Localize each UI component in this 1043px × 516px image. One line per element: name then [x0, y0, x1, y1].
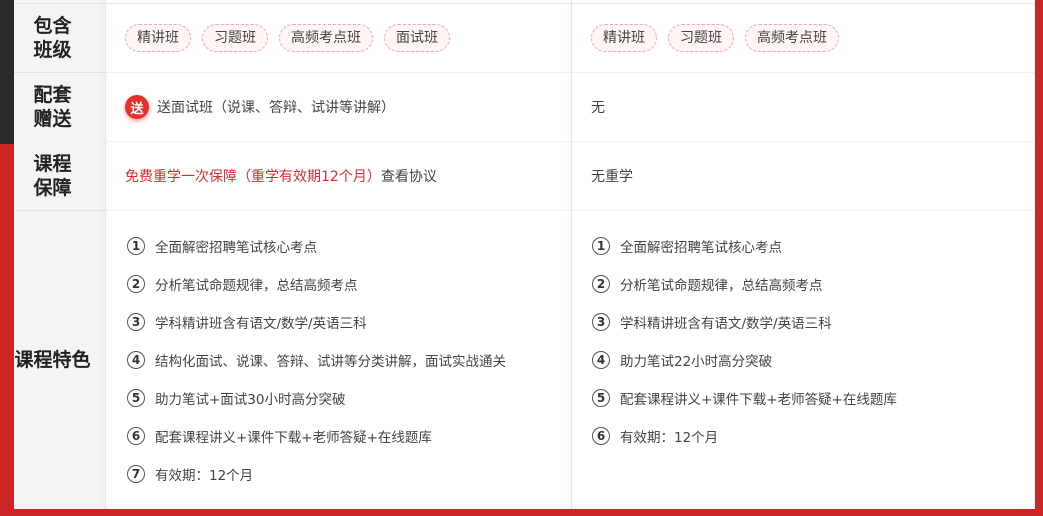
number-circle-icon: 4 — [127, 351, 145, 369]
feature-item: 3 学科精讲班含有语文/数学/英语三科 — [592, 312, 832, 332]
bottom-accent-strip — [0, 509, 1043, 516]
feature-text: 有效期：12个月 — [620, 430, 719, 446]
feature-text: 分析笔试命题规律，总结高频考点 — [620, 278, 823, 294]
classes-col1: 精讲班 习题班 高频考点班 面试班 — [125, 4, 450, 72]
feature-text: 配套课程讲义+课件下载+老师答疑+在线题库 — [620, 392, 897, 408]
feature-text: 有效期：12个月 — [155, 468, 254, 484]
class-tag[interactable]: 面试班 — [384, 24, 450, 52]
gift-text: 送面试班（说课、答辩、试讲等讲解） — [157, 100, 395, 116]
feature-item: 2 分析笔试命题规律，总结高频考点 — [592, 274, 823, 294]
class-tag[interactable]: 高频考点班 — [279, 24, 373, 52]
number-circle-icon: 2 — [592, 275, 610, 293]
feature-text: 配套课程讲义+课件下载+老师答疑+在线题库 — [155, 430, 432, 446]
number-circle-icon: 6 — [127, 427, 145, 445]
row-header-guarantee: 课程 保障 — [33, 153, 72, 199]
gift-col2: 无 — [591, 100, 605, 116]
feature-item: 6 配套课程讲义+课件下载+老师答疑+在线题库 — [127, 426, 432, 446]
row-header-gift: 配套 赠送 — [33, 84, 72, 130]
feature-item: 7 有效期：12个月 — [127, 464, 253, 484]
gift-badge-icon: 送 — [125, 95, 149, 119]
feature-item: 6 有效期：12个月 — [592, 426, 718, 446]
features-col2: 1 全面解密招聘笔试核心考点 2 分析笔试命题规律，总结高频考点 3 学科精讲班含有语… — [592, 211, 1032, 509]
feature-item: 1 全面解密招聘笔试核心考点 — [592, 236, 782, 256]
class-tag[interactable]: 精讲班 — [125, 24, 191, 52]
feature-item: 4 结构化面试、说课、答辩、试讲等分类讲解，面试实战通关 — [127, 350, 506, 370]
feature-text: 助力笔试22小时高分突破 — [620, 354, 773, 370]
feature-text: 全面解密招聘笔试核心考点 — [155, 240, 317, 256]
gift-col1: 送 送面试班（说课、答辩、试讲等讲解） — [125, 73, 395, 141]
feature-text: 全面解密招聘笔试核心考点 — [620, 240, 782, 256]
number-circle-icon: 3 — [127, 313, 145, 331]
number-circle-icon: 7 — [127, 465, 145, 483]
class-tag[interactable]: 习题班 — [668, 24, 734, 52]
number-circle-icon: 1 — [127, 237, 145, 255]
feature-item: 3 学科精讲班含有语文/数学/英语三科 — [127, 312, 367, 332]
column-divider-1 — [105, 0, 106, 509]
row-header-features: 课程特色 — [14, 349, 91, 371]
number-circle-icon: 5 — [127, 389, 145, 407]
feature-item: 5 助力笔试+面试30小时高分突破 — [127, 388, 346, 408]
number-circle-icon: 5 — [592, 389, 610, 407]
feature-text: 学科精讲班含有语文/数学/英语三科 — [620, 316, 832, 332]
feature-item: 5 配套课程讲义+课件下载+老师答疑+在线题库 — [592, 388, 897, 408]
class-tag[interactable]: 高频考点班 — [745, 24, 839, 52]
classes-col2: 精讲班 习题班 高频考点班 — [591, 4, 839, 72]
feature-item: 2 分析笔试命题规律，总结高频考点 — [127, 274, 358, 294]
number-circle-icon: 2 — [127, 275, 145, 293]
feature-text: 学科精讲班含有语文/数学/英语三科 — [155, 316, 367, 332]
guarantee-text: 免费重学一次保障（重学有效期12个月） — [125, 169, 381, 185]
feature-text: 助力笔试+面试30小时高分突破 — [155, 392, 346, 408]
class-tag[interactable]: 精讲班 — [591, 24, 657, 52]
feature-text: 分析笔试命题规律，总结高频考点 — [155, 278, 358, 294]
column-divider-2 — [571, 0, 572, 509]
number-circle-icon: 4 — [592, 351, 610, 369]
number-circle-icon: 6 — [592, 427, 610, 445]
guarantee-col2: 无重学 — [591, 169, 633, 185]
number-circle-icon: 1 — [592, 237, 610, 255]
feature-item: 4 助力笔试22小时高分突破 — [592, 350, 772, 370]
feature-item: 1 全面解密招聘笔试核心考点 — [127, 236, 317, 256]
guarantee-col1: 免费重学一次保障（重学有效期12个月） 查看协议 — [125, 142, 437, 210]
right-accent-strip — [1035, 0, 1043, 516]
features-col1: 1 全面解密招聘笔试核心考点 2 分析笔试命题规律，总结高频考点 3 学科精讲班含有语… — [127, 211, 567, 509]
row-header-classes: 包含 班级 — [33, 15, 72, 61]
view-agreement-link[interactable]: 查看协议 — [381, 166, 437, 186]
feature-text: 结构化面试、说课、答辩、试讲等分类讲解，面试实战通关 — [155, 354, 506, 370]
number-circle-icon: 3 — [592, 313, 610, 331]
class-tag[interactable]: 习题班 — [202, 24, 268, 52]
